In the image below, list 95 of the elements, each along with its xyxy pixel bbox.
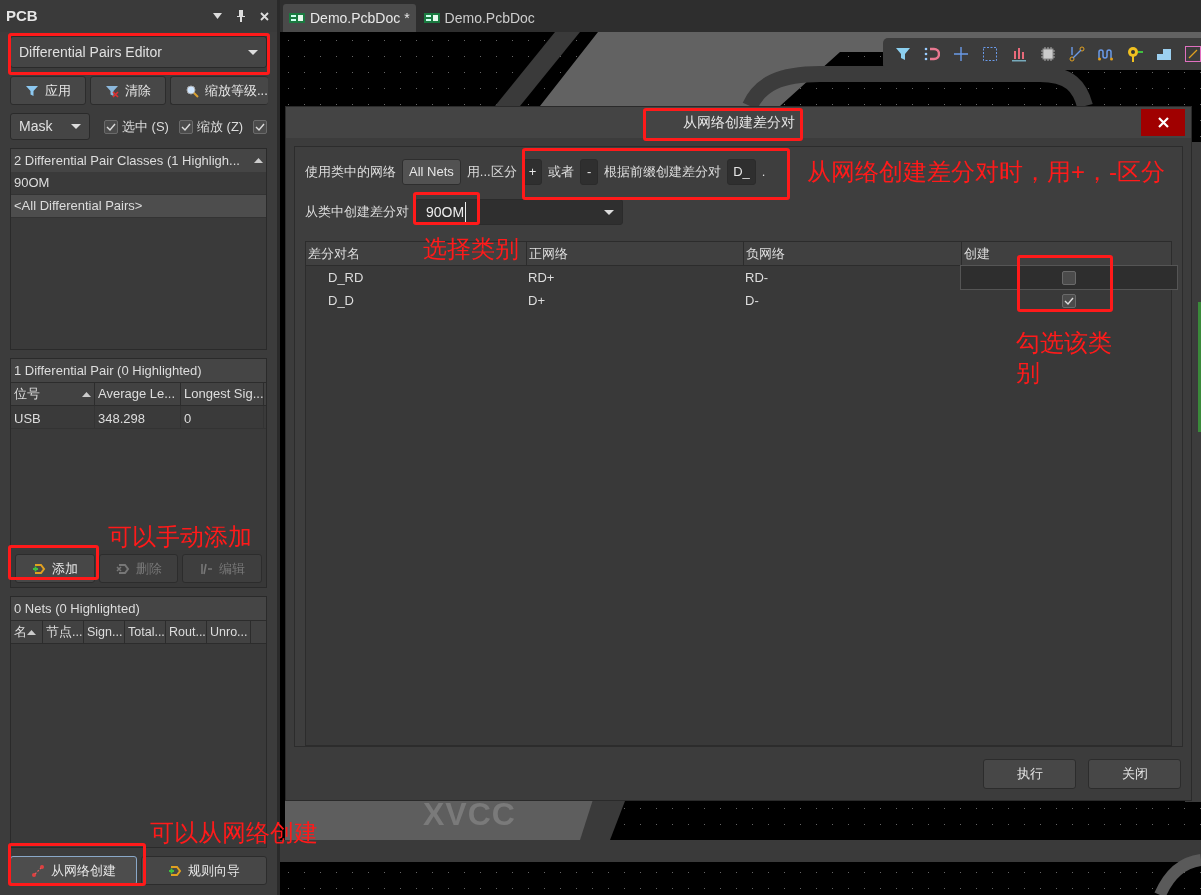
net-pair-icon <box>30 863 45 878</box>
close-icon <box>1157 117 1169 128</box>
list-item[interactable]: <All Differential Pairs> <box>11 195 266 218</box>
annotation-text: 选择类别 <box>423 236 519 263</box>
class-dropdown[interactable]: 90OM <box>415 199 623 225</box>
bar-chart-icon <box>1011 46 1027 62</box>
remove-pair-icon <box>115 561 130 576</box>
column-header[interactable]: 名 <box>11 621 43 643</box>
annotation-text: 可以手动添加 <box>108 522 252 552</box>
column-header[interactable]: Unro... <box>207 621 251 643</box>
dropdown-arrow-icon <box>604 209 614 215</box>
column-header[interactable]: Longest Sig... <box>181 383 264 405</box>
dialog-title: 从网络创建差分对 <box>682 113 795 132</box>
annotation-text: 可以从网络创建 <box>150 818 318 848</box>
dialog-button[interactable]: 关闭 <box>1088 758 1181 789</box>
pin-icon <box>236 10 246 22</box>
document-tab[interactable]: Demo.PcbDoc <box>417 4 541 32</box>
checkbox[interactable] <box>253 119 268 134</box>
column-header[interactable]: 创建 <box>964 243 990 264</box>
column-header[interactable]: 差分对名 <box>308 243 360 264</box>
checkbox[interactable] <box>178 119 193 134</box>
list-header: 0 Nets (0 Highlighted) <box>11 597 266 620</box>
annotation-text: 勾选该类别 <box>1016 328 1113 388</box>
magnet-icon <box>924 46 940 62</box>
board-icon <box>423 12 440 24</box>
net-button[interactable]: All Nets <box>402 159 461 185</box>
clear-filter-icon <box>105 83 119 98</box>
step-icon <box>1156 46 1172 62</box>
field-label: 从类中创建差分对 <box>305 203 409 222</box>
dropdown-arrow-icon <box>248 49 258 55</box>
filter-icon <box>25 83 39 98</box>
label-text: 用...区分 <box>466 163 517 182</box>
column-header[interactable]: 负网络 <box>746 243 785 264</box>
annotation-text: 从网络创建差分对时，用+，-区分 <box>807 157 1165 187</box>
crosshair-icon <box>953 46 969 62</box>
table-cell-text: D- <box>744 291 760 310</box>
option-label: 缩放 (Z) <box>196 117 244 136</box>
table-cell-text: D+ <box>527 291 546 310</box>
table-cell-text: RD+ <box>527 268 556 287</box>
meander-icon <box>1098 46 1114 62</box>
action-button[interactable]: 从网络创建 <box>10 856 137 885</box>
table-cell-text: D_D <box>327 291 355 310</box>
line-icon <box>1185 46 1201 62</box>
filter-button[interactable]: 清除 <box>90 76 166 105</box>
pad-icon <box>1127 46 1143 62</box>
dropdown-arrow-icon <box>71 124 81 129</box>
route-icon <box>1069 46 1085 62</box>
column-header[interactable]: Rout... <box>166 621 207 643</box>
add-pair-icon <box>167 863 182 878</box>
input-field[interactable]: - <box>580 159 599 185</box>
table-cell-text: RD- <box>744 268 770 287</box>
column-header[interactable]: 节点... <box>43 621 84 643</box>
sort-arrow-icon <box>27 629 36 635</box>
action-button[interactable]: 规则向导 <box>140 856 267 885</box>
document-tab[interactable]: Demo.PcbDoc * <box>283 4 416 32</box>
selection-icon <box>982 46 998 62</box>
board-icon <box>289 12 305 24</box>
highlight-frame <box>413 192 480 225</box>
label-text: . <box>761 163 766 182</box>
dialog-button[interactable]: 执行 <box>983 758 1076 789</box>
checkbox[interactable] <box>104 119 118 134</box>
filter-button[interactable]: 应用 <box>10 76 86 105</box>
mode-dropdown[interactable]: Differential Pairs Editor <box>10 36 267 68</box>
filter-button[interactable]: 缩放等级... <box>170 76 268 105</box>
list-header: 1 Differential Pair (0 Highlighted) <box>11 359 266 382</box>
chip-icon <box>1040 46 1056 62</box>
option-label: 选中 (S) <box>122 117 169 136</box>
list-header: 2 Differential Pair Classes (1 Highligh... <box>14 151 240 170</box>
checkbox[interactable] <box>1062 270 1076 285</box>
checkbox[interactable] <box>1062 293 1076 308</box>
table-cell: USB <box>11 406 95 428</box>
input-field[interactable]: D_ <box>727 159 756 185</box>
column-header[interactable]: Sign... <box>84 621 125 643</box>
column-header[interactable]: 正网络 <box>529 243 568 264</box>
column-header[interactable]: Total... <box>125 621 166 643</box>
column-header[interactable]: Average Le... <box>95 383 181 405</box>
close-button[interactable] <box>1141 109 1185 136</box>
label-text: 根据前缀创建差分对 <box>604 163 722 182</box>
add-pair-icon <box>31 561 46 576</box>
label-text: 或者 <box>548 163 575 182</box>
dropdown-arrow-icon <box>213 13 222 19</box>
filter-icon <box>895 46 911 62</box>
panel-title: PCB <box>6 5 38 26</box>
table-cell: 348.298 <box>95 406 181 428</box>
collapse-arrow-icon <box>254 158 263 163</box>
mask-dropdown[interactable]: Mask <box>10 113 90 140</box>
column-header[interactable]: 位号 <box>11 383 95 405</box>
edit-pair-icon <box>199 561 214 576</box>
magnifier-icon <box>185 83 199 98</box>
sort-arrow-icon <box>82 391 91 397</box>
label-text: 使用类中的网络 <box>305 163 396 182</box>
table-cell-text: D_RD <box>327 268 365 287</box>
table-cell: 0 <box>181 406 264 428</box>
pair-button[interactable]: 添加 <box>15 554 95 583</box>
close-icon <box>260 11 269 21</box>
